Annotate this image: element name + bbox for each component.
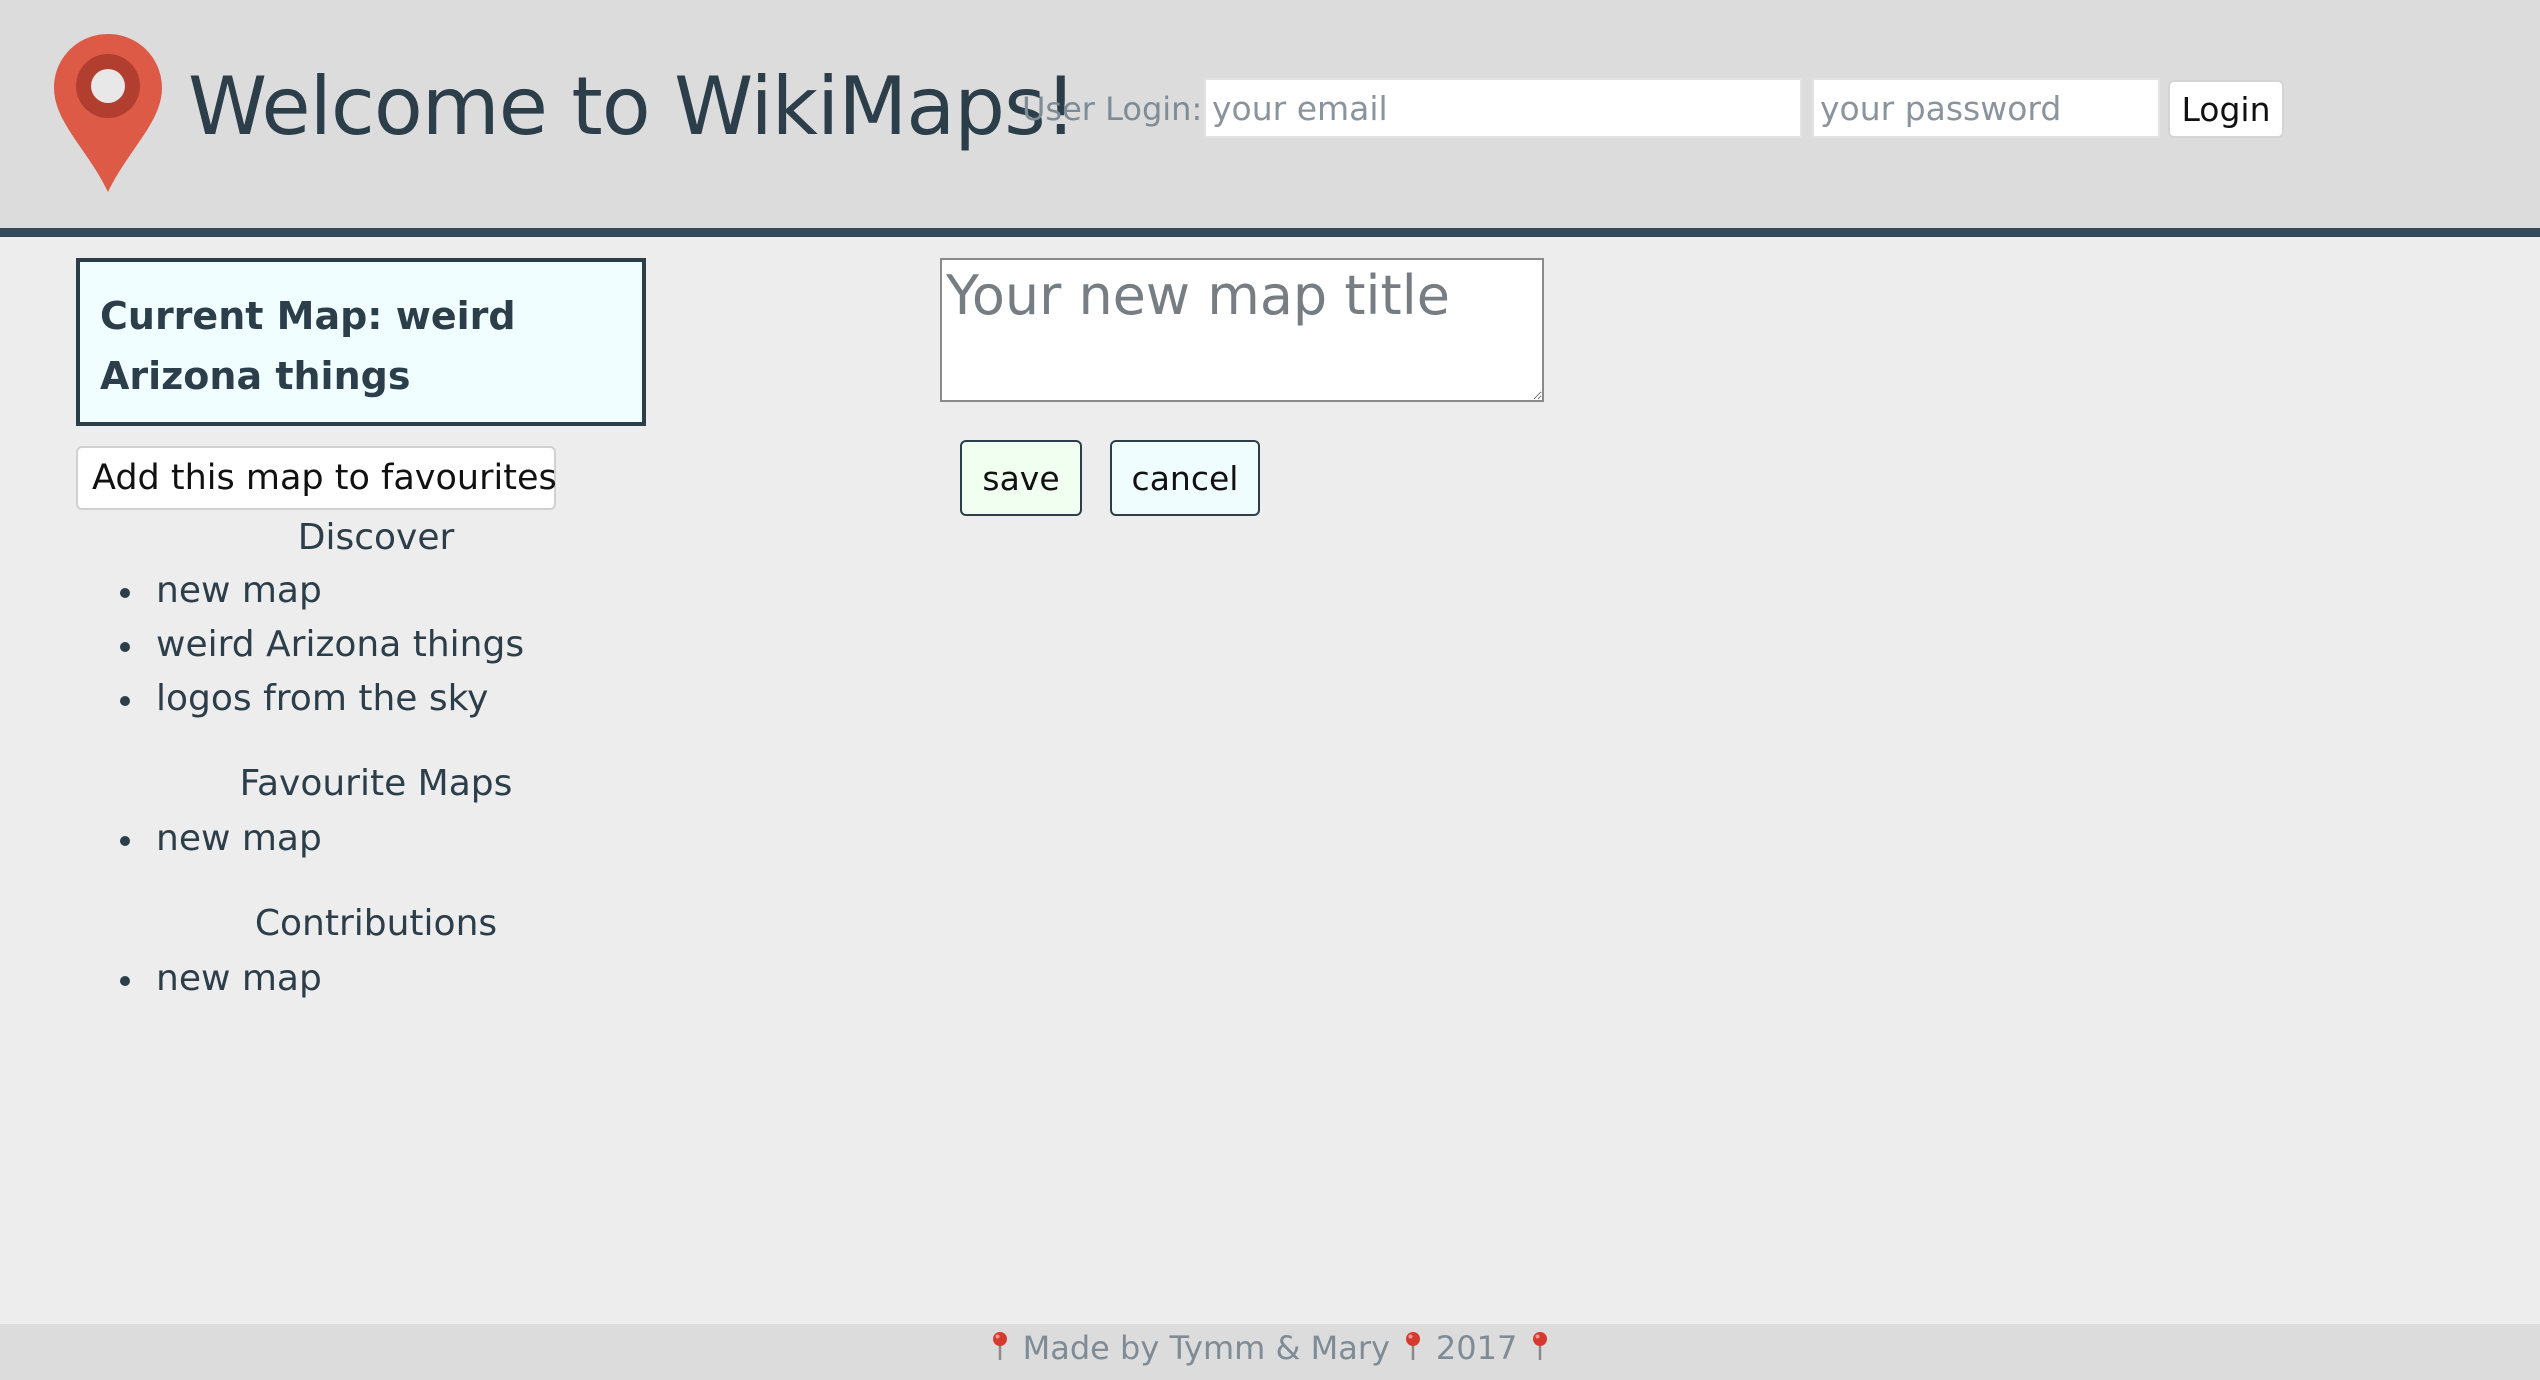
site-header: Welcome to WikiMaps! User Login: Login xyxy=(0,0,2540,237)
site-footer: Made by Tymm & Mary 2017 xyxy=(0,1324,2540,1380)
discover-list: new map weird Arizona things logos from … xyxy=(76,564,524,726)
current-map-panel: Current Map: weird Arizona things xyxy=(76,258,646,426)
footer-year: 2017 xyxy=(1435,1329,1518,1367)
map-pin-icon xyxy=(54,34,162,192)
cancel-button[interactable]: cancel xyxy=(1110,440,1260,516)
favourite-maps-heading: Favourite Maps xyxy=(239,763,513,804)
login-button[interactable]: Login xyxy=(2168,80,2284,138)
favourite-maps-list: new map xyxy=(76,812,322,866)
contributions-list: new map xyxy=(76,952,322,1006)
footer-credits: Made by Tymm & Mary xyxy=(1022,1329,1390,1367)
login-label: User Login: xyxy=(1022,90,1203,128)
discover-item-weird-arizona-things[interactable]: weird Arizona things xyxy=(76,618,524,672)
password-input[interactable] xyxy=(1812,78,2160,138)
discover-item-logos-from-the-sky[interactable]: logos from the sky xyxy=(76,672,524,726)
contributions-heading: Contributions xyxy=(254,903,498,944)
map-title-input[interactable] xyxy=(940,258,1544,402)
contribution-item-new-map[interactable]: new map xyxy=(76,952,322,1006)
save-button[interactable]: save xyxy=(960,440,1082,516)
add-to-favourites-button[interactable]: Add this map to favourites xyxy=(76,446,557,510)
site-title: Welcome to WikiMaps! xyxy=(188,60,1077,153)
discover-item-new-map[interactable]: new map xyxy=(76,564,524,618)
favourite-item-new-map[interactable]: new map xyxy=(76,812,322,866)
pushpin-icon xyxy=(1533,1332,1548,1360)
pushpin-icon xyxy=(1405,1332,1420,1360)
pushpin-icon xyxy=(992,1332,1007,1360)
email-input[interactable] xyxy=(1204,78,1802,138)
discover-heading: Discover xyxy=(297,517,455,558)
